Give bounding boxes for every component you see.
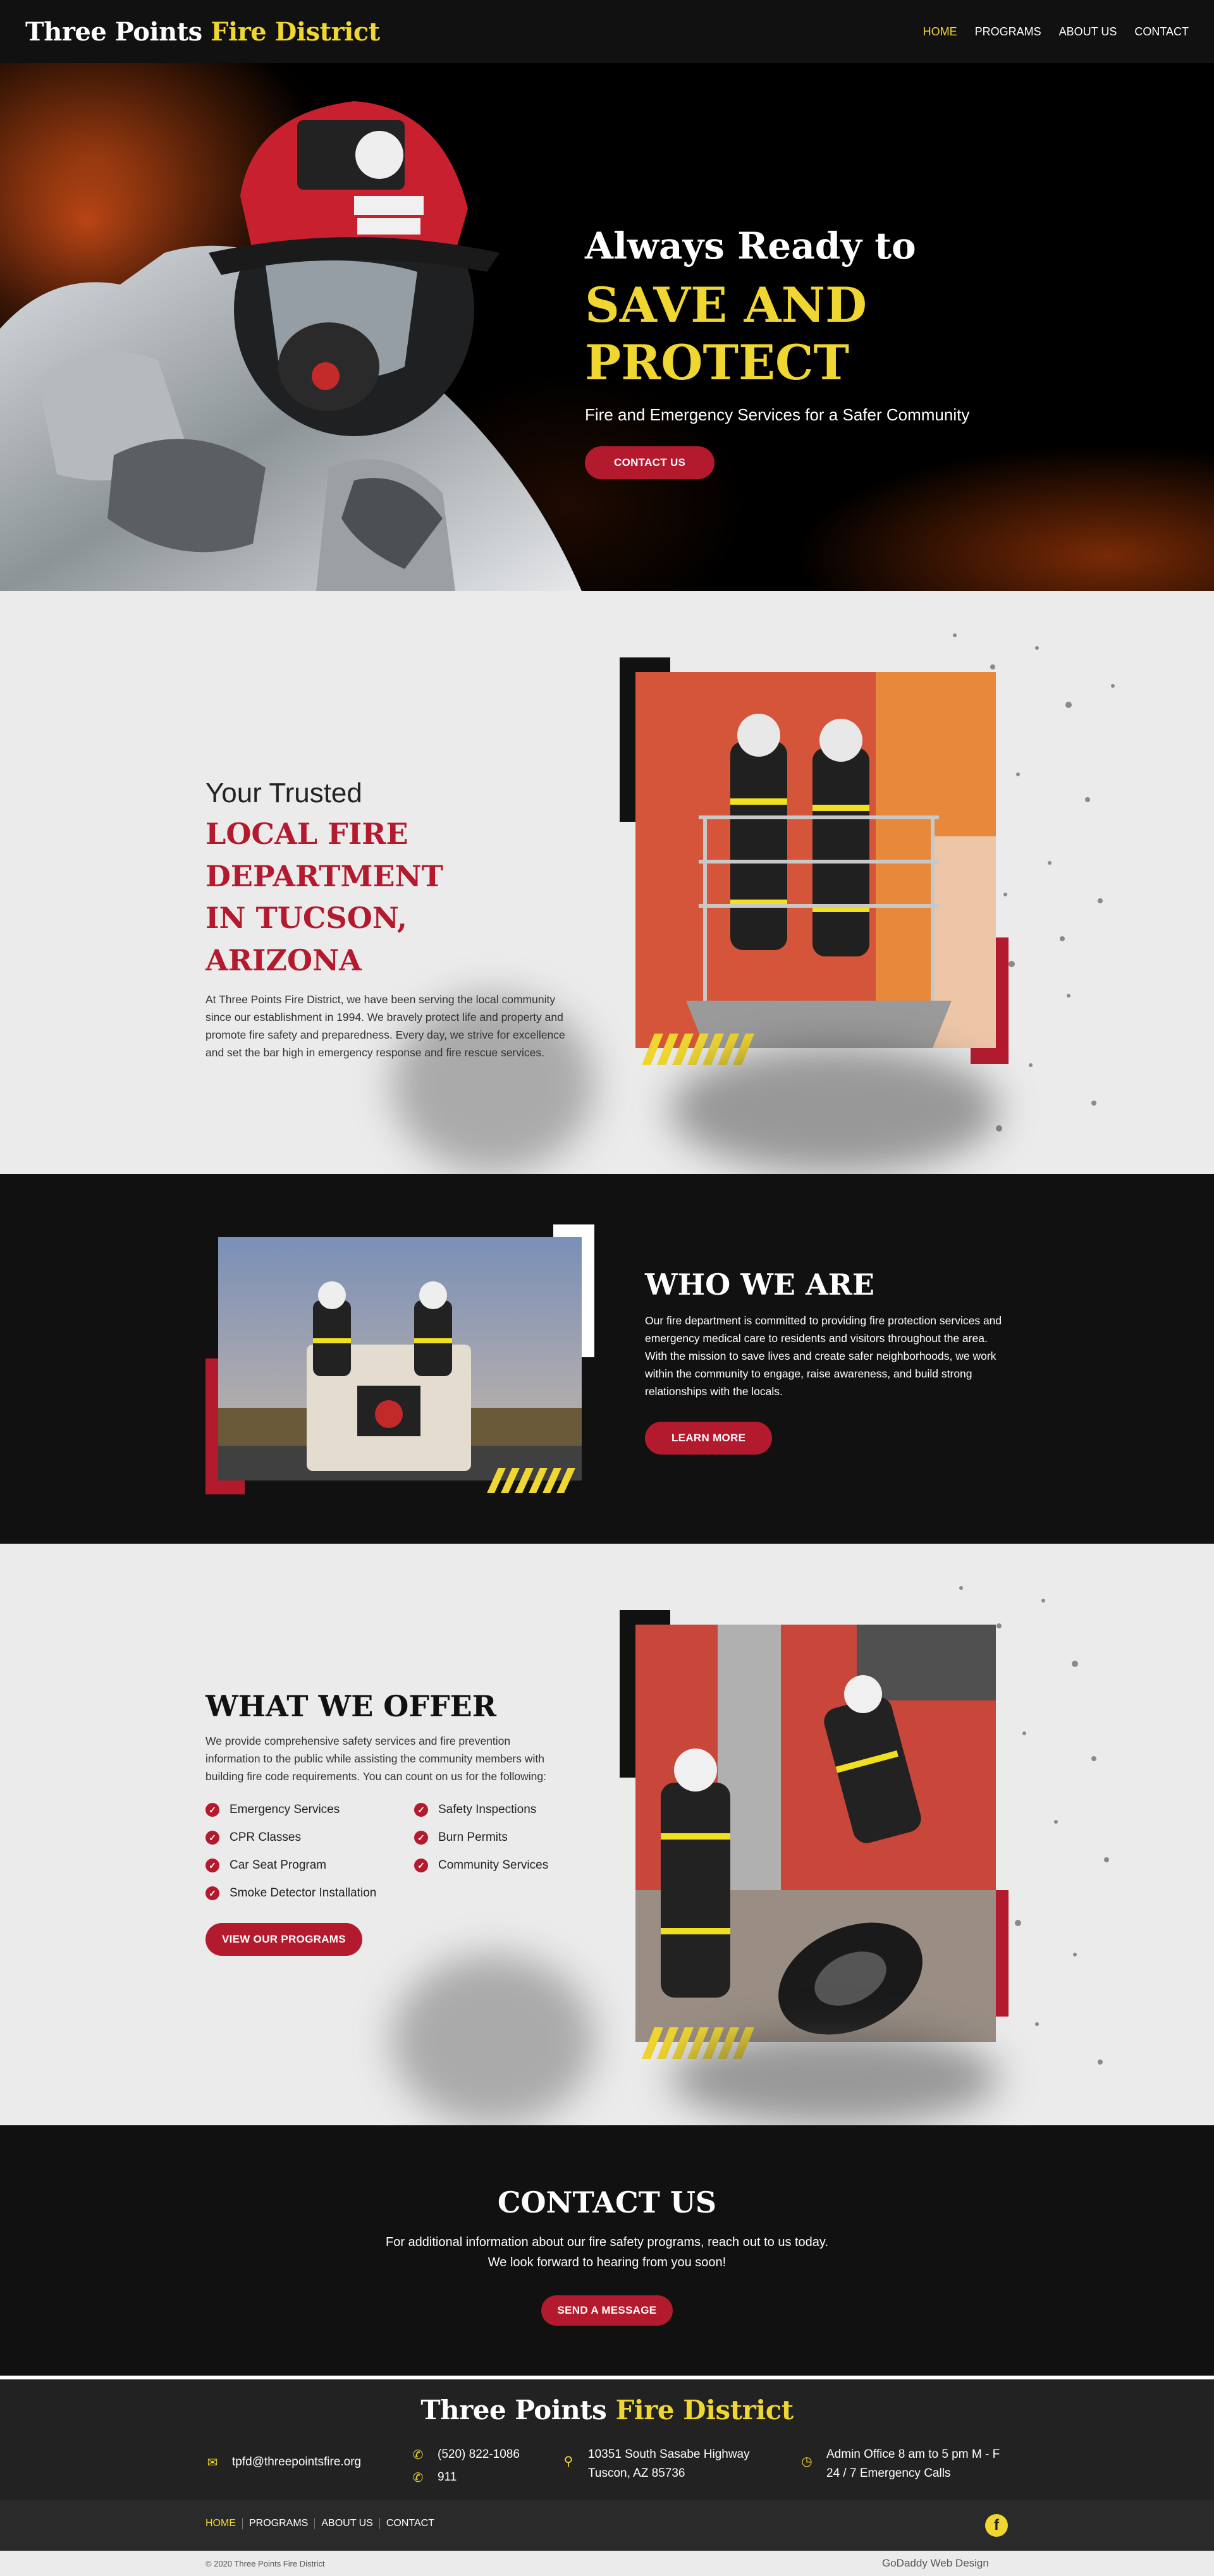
check-circle-icon: ✓ bbox=[205, 1886, 219, 1900]
footer-nav: HOME PROGRAMS ABOUT US CONTACT bbox=[205, 2518, 441, 2529]
footer-phone-1[interactable]: (520) 822-1086 bbox=[438, 2445, 520, 2465]
logo-main-text: Three Points bbox=[25, 16, 202, 47]
trusted-body: At Three Points Fire District, we have b… bbox=[205, 992, 565, 1059]
trusted-title-line1: LOCAL FIRE DEPARTMENT bbox=[205, 817, 443, 893]
footer-hours-line1: Admin Office 8 am to 5 pm M - F bbox=[826, 2448, 1000, 2461]
trusted-section: Your Trusted LOCAL FIRE DEPARTMENT IN TU… bbox=[0, 591, 1214, 1174]
offer-item: ✓ Safety Inspections bbox=[414, 1803, 623, 1817]
footer-hours: ◷ Admin Office 8 am to 5 pm M - F 24 / 7… bbox=[800, 2445, 1000, 2484]
check-circle-icon: ✓ bbox=[205, 1831, 219, 1845]
offer-item: ✓ CPR Classes bbox=[205, 1831, 414, 1845]
footer-phones: ✆ (520) 822-1086 ✆ 911 bbox=[411, 2445, 520, 2488]
footer-nav-home[interactable]: HOME bbox=[205, 2518, 243, 2529]
check-circle-icon: ✓ bbox=[414, 1803, 428, 1817]
hero-text-block: Always Ready to SAVE AND PROTECT Fire an… bbox=[585, 224, 1091, 479]
main-nav: HOME PROGRAMS ABOUT US CONTACT bbox=[923, 25, 1189, 39]
offer-item: ✓ Smoke Detector Installation bbox=[205, 1886, 414, 1900]
firefighter-training-photo bbox=[635, 1625, 996, 2042]
contact-section: CONTACT US For additional information ab… bbox=[0, 2125, 1214, 2376]
hero-contact-button[interactable]: CONTACT US bbox=[585, 446, 715, 479]
check-circle-icon: ✓ bbox=[205, 1859, 219, 1872]
trusted-title-line2: IN TUCSON, ARIZONA bbox=[205, 901, 407, 978]
footer-address: ⚲ 10351 South Sasabe Highway Tuscon, AZ … bbox=[561, 2445, 750, 2484]
hero-section: Always Ready to SAVE AND PROTECT Fire an… bbox=[0, 63, 1214, 591]
footer-nav-programs[interactable]: PROGRAMS bbox=[243, 2518, 316, 2529]
nav-programs[interactable]: PROGRAMS bbox=[975, 25, 1041, 39]
nav-about[interactable]: ABOUT US bbox=[1059, 25, 1117, 39]
footer-nav-contact[interactable]: CONTACT bbox=[380, 2518, 441, 2529]
who-body: Our fire department is committed to prov… bbox=[645, 1314, 1002, 1398]
hero-headline: Always Ready to bbox=[585, 224, 916, 267]
debris-decoration bbox=[670, 2030, 999, 2125]
view-programs-button[interactable]: VIEW OUR PROGRAMS bbox=[205, 1923, 362, 1956]
logo-accent-text: Fire District bbox=[211, 16, 380, 47]
who-title: WHO WE ARE bbox=[645, 1267, 874, 1302]
send-message-button[interactable]: SEND A MESSAGE bbox=[541, 2295, 673, 2326]
footer-address-line2: Tuscon, AZ 85736 bbox=[588, 2467, 685, 2481]
hero-subtitle: Fire and Emergency Services for a Safer … bbox=[585, 405, 970, 424]
who-text-block: WHO WE ARE Our fire department is commit… bbox=[645, 1267, 1012, 1455]
learn-more-button[interactable]: LEARN MORE bbox=[645, 1422, 773, 1455]
contact-body: For additional information about our fir… bbox=[386, 2235, 828, 2269]
contact-text-block: CONTACT US For additional information ab… bbox=[0, 2185, 1214, 2326]
offer-item: ✓ Car Seat Program bbox=[205, 1859, 414, 1872]
footer-phone-2[interactable]: 911 bbox=[438, 2468, 457, 2488]
firefighters-ladder-truck-photo bbox=[218, 1237, 582, 1480]
site-logo[interactable]: Three Points Fire District bbox=[25, 17, 380, 47]
nav-home[interactable]: HOME bbox=[923, 25, 957, 39]
footer-email: ✉ tpfd@threepointsfire.org bbox=[205, 2453, 362, 2473]
copyright-text: © 2020 Three Points Fire District bbox=[205, 2559, 325, 2568]
check-circle-icon: ✓ bbox=[414, 1831, 428, 1845]
offer-body: We provide comprehensive safety services… bbox=[205, 1735, 546, 1783]
map-pin-icon: ⚲ bbox=[563, 2455, 573, 2469]
check-circle-icon: ✓ bbox=[414, 1859, 428, 1872]
firefighters-on-platform-photo bbox=[635, 672, 996, 1048]
footer-nav-about[interactable]: ABOUT US bbox=[315, 2518, 380, 2529]
envelope-icon: ✉ bbox=[207, 2456, 218, 2470]
firefighter-hero-image bbox=[0, 63, 582, 591]
contact-title: CONTACT US bbox=[497, 2185, 717, 2219]
offer-list: ✓ Emergency Services ✓ Safety Inspections … bbox=[205, 1803, 661, 1900]
check-circle-icon: ✓ bbox=[205, 1803, 219, 1817]
hazard-stripes bbox=[487, 1468, 575, 1493]
phone-icon: ✆ bbox=[412, 2448, 424, 2462]
godaddy-credit-link[interactable]: GoDaddy Web Design bbox=[882, 2557, 989, 2570]
facebook-icon[interactable]: f bbox=[985, 2514, 1008, 2537]
who-we-are-section: WHO WE ARE Our fire department is commit… bbox=[0, 1174, 1214, 1544]
copyright-bar: © 2020 Three Points Fire District GoDadd… bbox=[0, 2551, 1214, 2576]
footer-address-line1: 10351 South Sasabe Highway bbox=[588, 2448, 750, 2461]
site-footer: Three Points Fire District ✉ tpfd@threep… bbox=[0, 2376, 1214, 2500]
trusted-text-block: Your Trusted LOCAL FIRE DEPARTMENT IN TU… bbox=[205, 778, 572, 1061]
phone-icon: ✆ bbox=[412, 2471, 424, 2485]
footer-logo[interactable]: Three Points Fire District bbox=[0, 2395, 1214, 2426]
site-header: Three Points Fire District HOME PROGRAMS… bbox=[0, 0, 1214, 63]
offer-title: WHAT WE OFFER bbox=[205, 1689, 496, 1723]
footer-logo-main: Three Points bbox=[420, 2395, 607, 2426]
offer-text-block: WHAT WE OFFER We provide comprehensive s… bbox=[205, 1689, 661, 1956]
offer-item: ✓ Burn Permits bbox=[414, 1831, 623, 1845]
footer-bottom-bar: HOME PROGRAMS ABOUT US CONTACT f bbox=[0, 2500, 1214, 2551]
trusted-kicker: Your Trusted bbox=[205, 778, 362, 809]
hero-highlight-headline: SAVE AND PROTECT bbox=[585, 276, 868, 391]
debris-decoration bbox=[670, 1046, 999, 1173]
footer-email-link[interactable]: tpfd@threepointsfire.org bbox=[232, 2453, 361, 2472]
footer-hours-line2: 24 / 7 Emergency Calls bbox=[826, 2467, 951, 2481]
offer-item: ✓ Community Services bbox=[414, 1859, 623, 1872]
nav-contact[interactable]: CONTACT bbox=[1134, 25, 1189, 39]
offer-item: ✓ Emergency Services bbox=[205, 1803, 414, 1817]
clock-icon: ◷ bbox=[801, 2455, 812, 2469]
what-we-offer-section: WHAT WE OFFER We provide comprehensive s… bbox=[0, 1544, 1214, 2125]
smoke-decoration bbox=[392, 1955, 594, 2125]
footer-logo-accent: Fire District bbox=[615, 2395, 794, 2426]
